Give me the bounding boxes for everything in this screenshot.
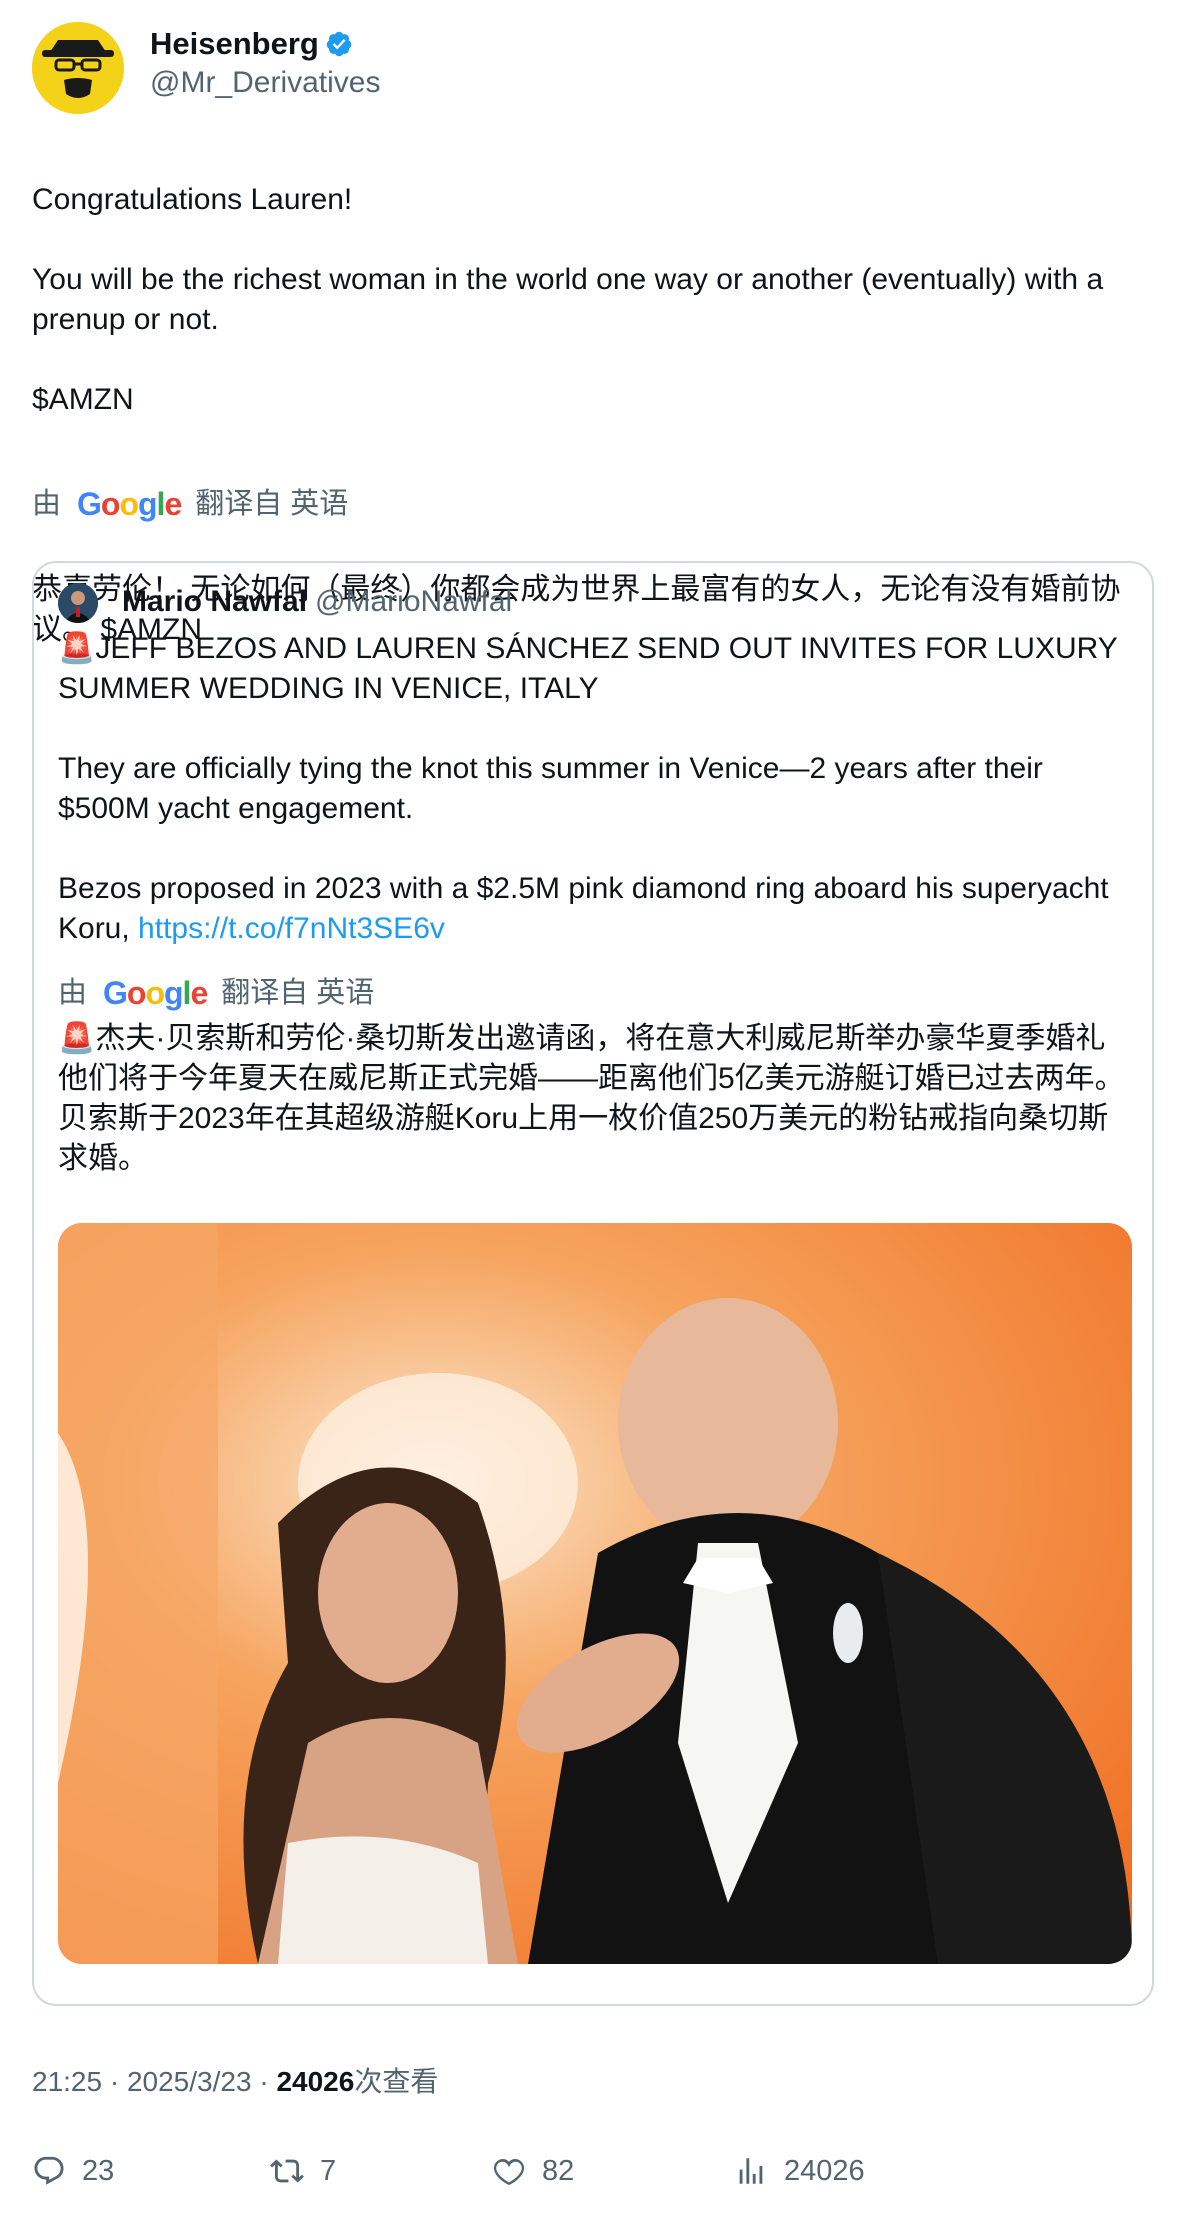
author-avatar[interactable] xyxy=(32,22,124,114)
quoted-link[interactable]: https://t.co/f7nNt3SE6v xyxy=(138,912,445,945)
tweet-date[interactable]: 2025/3/23 xyxy=(127,2066,252,2097)
translate-suffix: 翻译自 英语 xyxy=(195,488,349,520)
quoted-body: 🚨JEFF BEZOS AND LAUREN SÁNCHEZ SEND OUT … xyxy=(58,629,1128,1179)
views-label: 次查看 xyxy=(354,2066,439,2097)
quoted-headline: 🚨JEFF BEZOS AND LAUREN SÁNCHEZ SEND OUT … xyxy=(58,629,1128,709)
quoted-translate-prefix: 由 xyxy=(58,977,88,1009)
tweet-meta: 21:25 · 2025/3/23 · 24026次查看 xyxy=(32,2060,438,2100)
author-name-text: Heisenberg xyxy=(150,26,319,61)
quoted-translate-suffix: 翻译自 英语 xyxy=(221,977,375,1009)
repost-button[interactable]: 7 xyxy=(270,2148,336,2194)
like-count: 82 xyxy=(542,2154,575,2187)
mario-avatar-icon xyxy=(58,583,98,623)
views-button[interactable]: 24026 xyxy=(734,2148,865,2194)
views-action-count: 24026 xyxy=(784,2154,865,2187)
author-name[interactable]: Heisenberg xyxy=(150,26,353,62)
meta-sep-2: · xyxy=(251,2066,277,2097)
quoted-siren-icon: 🚨 xyxy=(58,1022,96,1055)
translation-attribution: 由 Google 翻译自 英语 xyxy=(32,484,1164,524)
meta-sep-1: · xyxy=(102,2066,127,2097)
reply-icon xyxy=(34,2156,64,2185)
tweet-time[interactable]: 21:25 xyxy=(32,2066,102,2097)
quoted-author-avatar[interactable] xyxy=(58,583,98,623)
reply-button[interactable]: 23 xyxy=(32,2148,114,2194)
quoted-paragraph-2: They are officially tying the knot this … xyxy=(58,752,1043,825)
author-handle[interactable]: @Mr_Derivatives xyxy=(150,66,381,100)
quoted-author[interactable]: Mario Nawfal @MarioNawfal xyxy=(122,585,512,619)
quoted-author-handle: @MarioNawfal xyxy=(315,585,513,618)
quoted-paragraph-3: Bezos proposed in 2023 with a $2.5M pink… xyxy=(58,869,1128,949)
heart-icon xyxy=(493,2158,525,2186)
tweet-header: Heisenberg @Mr_Derivatives xyxy=(32,22,1164,122)
quoted-author-name: Mario Nawfal xyxy=(122,585,308,618)
heisenberg-avatar-icon xyxy=(32,22,124,114)
wedding-couple-photo-icon xyxy=(58,1223,1132,1964)
tweet-text: Congratulations Lauren! You will be the … xyxy=(32,183,1104,416)
repost-count: 7 xyxy=(320,2154,337,2187)
quoted-photo[interactable] xyxy=(58,1223,1132,1964)
quoted-translation-attribution: 由 Google 翻译自 英语 xyxy=(58,973,1128,1013)
google-logo-icon: Google xyxy=(77,486,182,522)
quoted-tweet-card[interactable]: Mario Nawfal @MarioNawfal 🚨JEFF BEZOS AND… xyxy=(32,561,1154,2006)
quoted-translated-body: 杰夫·贝索斯和劳伦·桑切斯发出邀请函，将在意大利威尼斯举办豪华夏季婚礼 他们将于… xyxy=(58,1022,1125,1175)
repost-icon xyxy=(270,2159,304,2183)
quoted-translated-text: 🚨杰夫·贝索斯和劳伦·桑切斯发出邀请函，将在意大利威尼斯举办豪华夏季婚礼 他们将… xyxy=(58,1019,1128,1179)
quoted-headline-text: JEFF BEZOS AND LAUREN SÁNCHEZ SEND OUT I… xyxy=(58,632,1118,705)
analytics-icon xyxy=(739,2158,763,2184)
translate-prefix: 由 xyxy=(32,488,62,520)
quoted-google-logo-icon: Google xyxy=(103,975,208,1011)
verified-badge-icon xyxy=(326,31,352,57)
tweet-actions: 23 7 82 24026 xyxy=(32,2148,1164,2198)
views-count: 24026 xyxy=(276,2066,355,2097)
reply-count: 23 xyxy=(82,2154,115,2187)
siren-icon: 🚨 xyxy=(58,632,96,665)
like-button[interactable]: 82 xyxy=(492,2148,574,2194)
